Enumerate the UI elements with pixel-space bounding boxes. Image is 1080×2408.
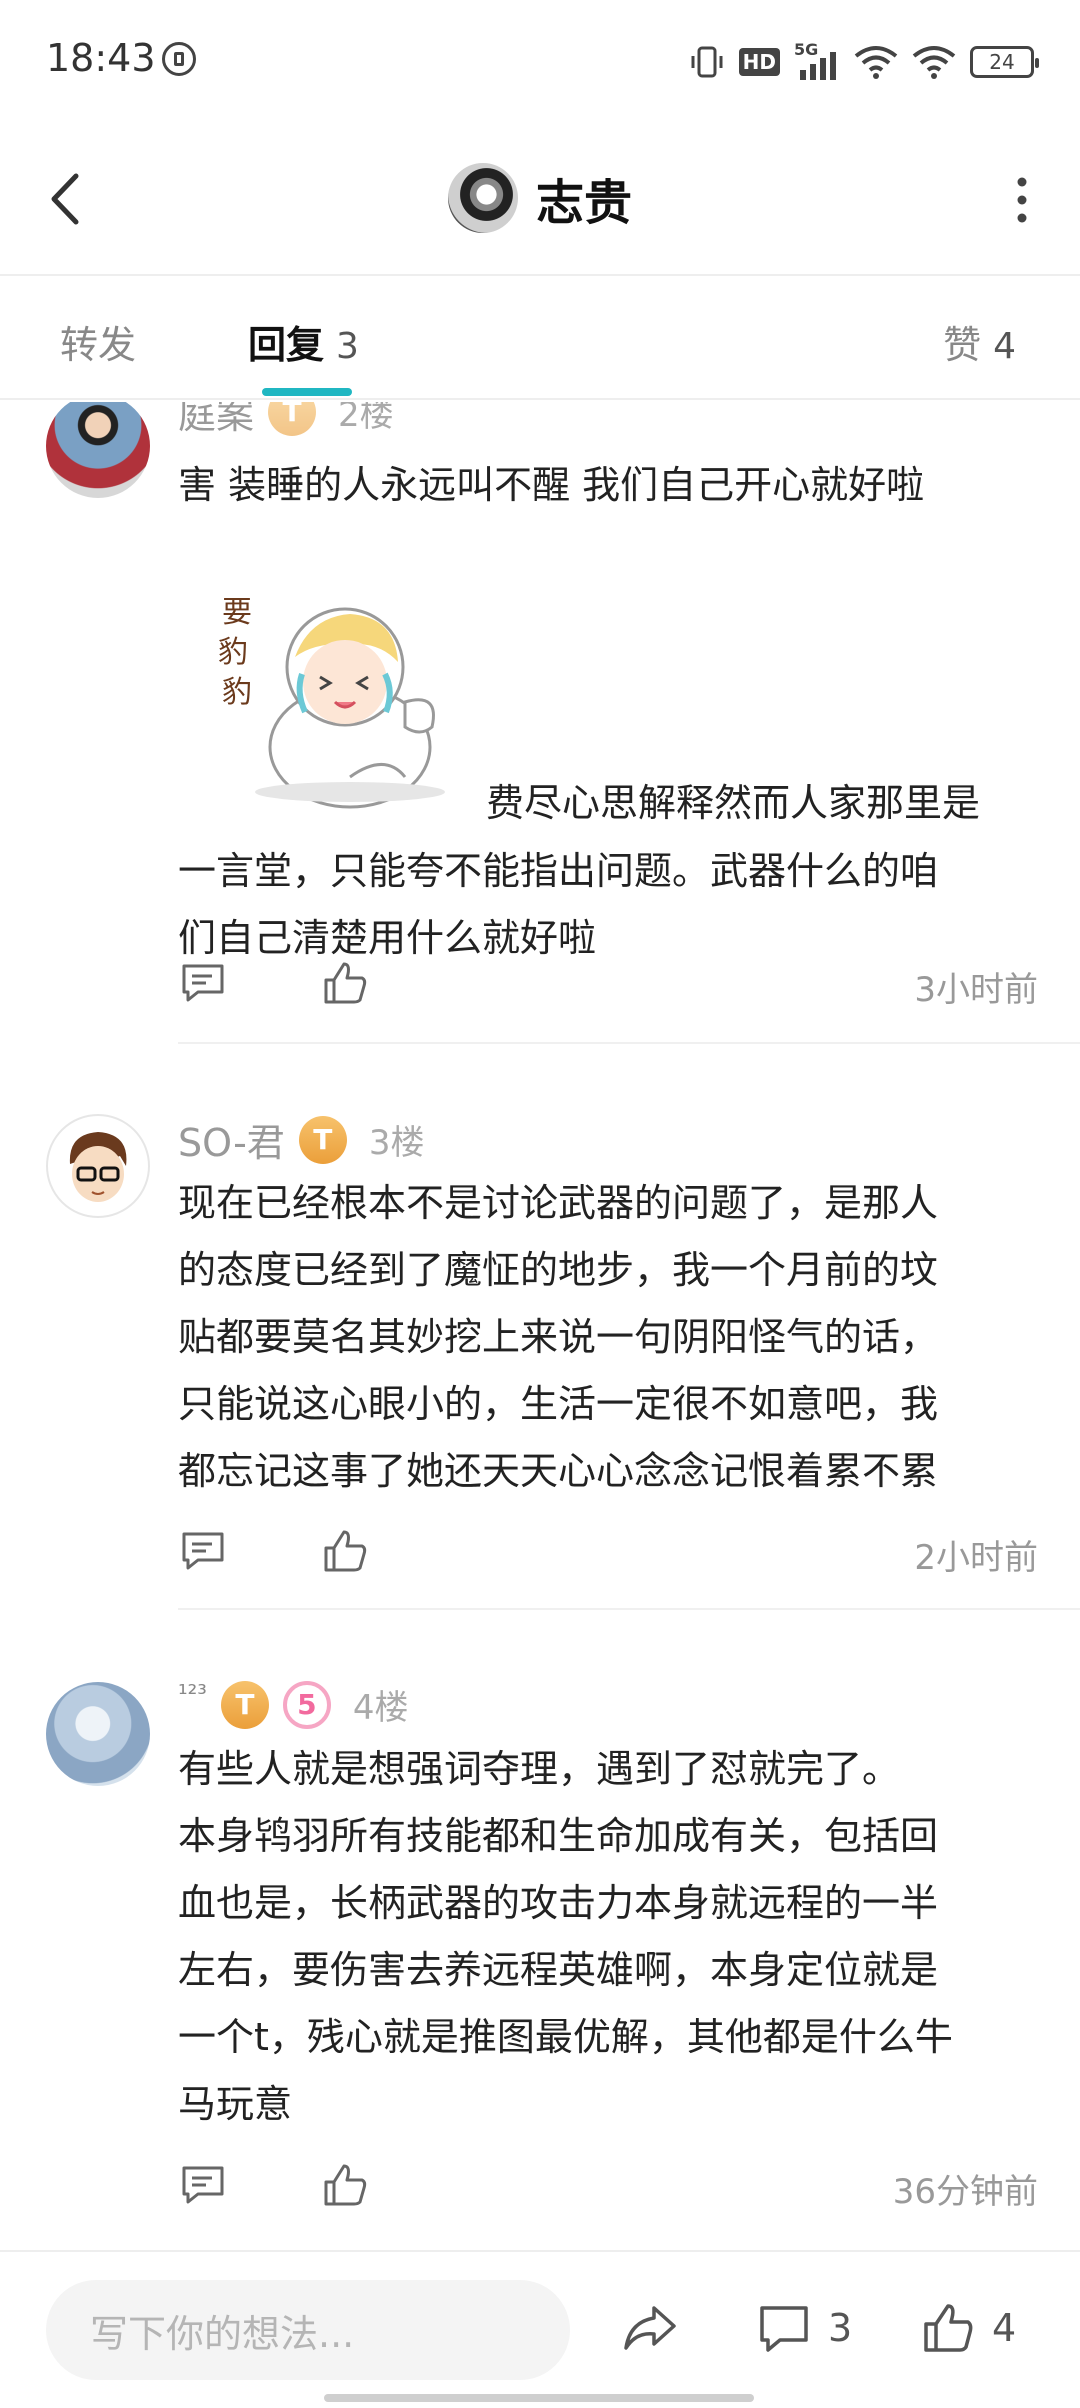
divider — [178, 1042, 1080, 1044]
more-button[interactable] — [992, 170, 1052, 230]
reply-actions: 3小时前 — [178, 958, 1038, 1018]
reply-text: 害 装睡的人永远叫不醒 我们自己开心就好啦 — [178, 463, 925, 507]
comment-input[interactable]: 写下你的想法... — [46, 2280, 570, 2380]
lock-icon — [162, 42, 196, 76]
tab-reply-label: 回复 — [248, 323, 325, 367]
reply-meta: 庭案 T 2楼 — [178, 402, 394, 439]
avatar[interactable] — [46, 1682, 150, 1786]
reply-text: 有些人就是想强词夺理，遇到了怼就完了。 本身鸨羽所有技能都和生命加成有关，包括回… — [178, 1736, 953, 2138]
reply-text-line: 贴都要莫名其妙挖上来说一句阴阳怪气的话， — [178, 1315, 939, 1359]
reply-time: 2小时前 — [914, 1538, 1038, 1578]
like-button[interactable]: 4 — [920, 2288, 1016, 2368]
reply-text-line: 一言堂，只能夸不能指出问题。武器什么的咱 — [178, 849, 939, 893]
tab-forward[interactable]: 转发 — [60, 314, 136, 369]
username[interactable]: ¹²³ — [178, 1680, 207, 1708]
thumbs-up-icon — [924, 2304, 973, 2352]
tab-like-label: 赞 — [943, 323, 982, 367]
username[interactable]: SO-君 — [178, 1112, 285, 1167]
divider — [178, 1608, 1080, 1610]
status-bar: 18:43 HD 5G 24 — [0, 0, 1080, 120]
reply-text-line: 只能说这心眼小的，生活一定很不如意吧，我 — [178, 1382, 939, 1426]
reply-text-line: 现在已经根本不是讨论武器的问题了，是那人 — [178, 1181, 939, 1225]
tab-like-count: 4 — [993, 326, 1016, 367]
reply-text-line: 都忘记这事了她还天天心心念念记恨着累不累 — [178, 1449, 939, 1493]
svg-text:豹: 豹 — [218, 635, 248, 670]
floor-number: 2楼 — [338, 402, 394, 435]
comment-icon — [760, 2306, 808, 2352]
wifi-icon — [854, 46, 898, 79]
share-icon — [624, 2306, 676, 2350]
reply-time: 36分钟前 — [892, 2172, 1038, 2212]
thumbs-up-icon[interactable] — [320, 1526, 370, 1576]
comment-icon[interactable] — [178, 1526, 228, 1576]
reply-text-line: 马玩意 — [178, 2082, 293, 2126]
share-button[interactable] — [620, 2288, 680, 2368]
home-indicator[interactable] — [324, 2394, 754, 2402]
top-app-bar: 志贵 — [0, 120, 1080, 276]
reply-item: SO-君 T 3楼 现在已经根本不是讨论武器的问题了，是那人 的态度已经到了魔怔… — [0, 1112, 1080, 1582]
vip-badge: 5 — [282, 1680, 331, 1729]
avatar[interactable] — [46, 1114, 150, 1218]
comment-count: 3 — [828, 2306, 853, 2350]
vibrate-icon — [691, 46, 723, 78]
reply-text-line: 血也是，长柄武器的攻击力本身就远程的一半 — [178, 1881, 939, 1925]
thumbs-up-icon[interactable] — [320, 2160, 370, 2210]
reply-text-line: 的态度已经到了魔怔的地步，我一个月前的坟 — [178, 1248, 939, 1292]
svg-text:豹: 豹 — [222, 675, 252, 710]
like-count: 4 — [992, 2306, 1017, 2350]
comment-button[interactable]: 3 — [756, 2288, 852, 2368]
level-badge: T — [268, 402, 317, 436]
reply-item: ¹²³ T 5 4楼 有些人就是想强词夺理，遇到了怼就完了。 本身鸨羽所有技能都… — [0, 1680, 1080, 2150]
reply-meta: SO-君 T 3楼 — [178, 1112, 424, 1167]
hd-icon: HD — [738, 48, 780, 76]
floor-number: 3楼 — [368, 1123, 425, 1163]
floor-number: 4楼 — [352, 1688, 409, 1728]
reply-meta: ¹²³ T 5 4楼 — [178, 1680, 409, 1729]
bottom-action-bar: 写下你的想法... 3 4 — [0, 2250, 1080, 2408]
reply-text-line: 一个t，残心就是推图最优解，其他都是什么牛 — [178, 2015, 953, 2059]
tab-bar: 转发 回复 3 赞4 — [0, 276, 1080, 400]
tab-reply[interactable]: 回复 3 — [248, 314, 359, 369]
wifi-icon — [912, 46, 956, 79]
reply-actions: 36分钟前 — [178, 2160, 1038, 2220]
more-vertical-icon — [1017, 177, 1027, 223]
signal-5g-icon: 5G — [794, 40, 840, 82]
reply-item: 庭案 T 2楼 害 装睡的人永远叫不醒 我们自己开心就好啦 要 豹 豹 费尽心思… — [0, 402, 1080, 1042]
title-group[interactable]: 志贵 — [0, 158, 1080, 238]
reply-text-inline: 费尽心思解释然而人家那里是 — [486, 781, 981, 825]
level-badge: T — [220, 1680, 269, 1729]
comment-icon[interactable] — [178, 958, 228, 1008]
reply-text-line: 有些人就是想强词夺理，遇到了怼就完了。 — [178, 1747, 901, 1791]
reply-time: 3小时前 — [914, 970, 1038, 1010]
reply-actions: 2小时前 — [178, 1526, 1038, 1586]
reply-text-line: 左右，要伤害去养远程英雄啊，本身定位就是 — [178, 1948, 939, 1992]
avatar[interactable] — [46, 402, 150, 498]
username[interactable]: 庭案 — [178, 402, 254, 439]
battery-icon: 24 — [970, 46, 1039, 78]
sticker-image: 要 豹 豹 — [200, 562, 450, 812]
level-badge: T — [298, 1115, 347, 1164]
status-time: 18:43 — [46, 36, 156, 80]
sticker-caption: 要 — [222, 595, 252, 630]
avatar[interactable] — [447, 163, 518, 233]
reply-text: 现在已经根本不是讨论武器的问题了，是那人 的态度已经到了魔怔的地步，我一个月前的… — [178, 1170, 938, 1505]
tab-indicator — [262, 388, 352, 396]
tab-like[interactable]: 赞4 — [943, 314, 1016, 369]
page-title: 志贵 — [535, 175, 632, 231]
reply-text-line: 本身鸨羽所有技能都和生命加成有关，包括回 — [178, 1814, 939, 1858]
comment-icon[interactable] — [178, 2160, 228, 2210]
thumbs-up-icon[interactable] — [320, 958, 370, 1008]
tab-reply-count: 3 — [336, 326, 359, 367]
status-icons: HD 5G 24 — [689, 40, 1039, 84]
